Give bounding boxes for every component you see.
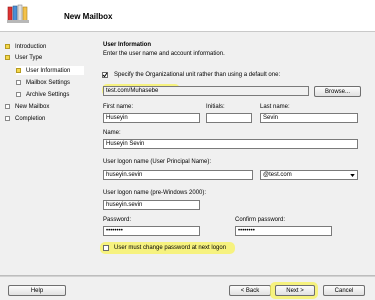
nav-item-label: Archive Settings <box>26 91 70 98</box>
step-done-icon <box>5 44 10 49</box>
mailbox-wizard-icon <box>7 4 29 23</box>
nav-item-user-information[interactable]: User Information <box>16 66 84 75</box>
checkmark-icon <box>102 72 108 78</box>
nav-item-label: Introduction <box>15 43 47 50</box>
help-button[interactable]: Help <box>8 285 66 296</box>
must-change-password-label: User must change password at next logon <box>114 245 227 251</box>
initials-field[interactable] <box>206 113 252 123</box>
chevron-down-icon <box>350 174 355 177</box>
specify-ou-checkbox[interactable] <box>102 72 108 78</box>
name-label: Name: <box>103 130 121 136</box>
must-change-password-checkbox[interactable] <box>103 245 109 251</box>
step-pending-icon <box>5 116 10 121</box>
nav-item-label: User Type <box>15 54 43 61</box>
nav-item-new-mailbox[interactable]: New Mailbox <box>5 102 49 111</box>
step-done-icon <box>5 55 10 60</box>
wizard-header: New Mailbox <box>0 0 375 32</box>
pre2000-field[interactable]: huseyin.sevin <box>103 200 200 210</box>
page-subtitle: Enter the user name and account informat… <box>103 51 225 57</box>
back-button[interactable]: < Back <box>229 285 271 296</box>
nav-item-introduction[interactable]: Introduction <box>5 42 46 51</box>
browse-button[interactable]: Browse... <box>314 86 361 97</box>
specify-ou-label: Specify the Organizational unit rather t… <box>114 72 281 78</box>
cancel-button[interactable]: Cancel <box>323 285 365 296</box>
nav-item-mailbox-settings[interactable]: Mailbox Settings <box>16 78 70 87</box>
initials-label: Initials: <box>206 104 225 110</box>
last-name-label: Last name: <box>260 104 290 110</box>
page-title: User Information <box>103 42 152 48</box>
confirm-password-label: Confirm password: <box>235 217 286 223</box>
nav-item-label: New Mailbox <box>15 103 50 110</box>
last-name-field[interactable]: Sevin <box>260 113 358 123</box>
first-name-label: First name: <box>103 104 134 110</box>
password-label: Password: <box>103 217 132 223</box>
domain-select-value: @test.com <box>263 172 292 178</box>
next-button[interactable]: Next > <box>275 285 315 296</box>
ou-path-field[interactable]: test.com/Muhasebe <box>103 86 309 96</box>
name-field[interactable]: Huseyin Sevin <box>103 139 358 149</box>
step-current-icon <box>16 68 21 73</box>
nav-item-archive-settings[interactable]: Archive Settings <box>16 90 69 99</box>
upn-field[interactable]: huseyin.sevin <box>103 170 253 180</box>
step-pending-icon <box>16 92 21 97</box>
wizard-footer: Help < Back Next > Cancel <box>0 276 375 300</box>
upn-label: User logon name (User Principal Name): <box>103 159 212 165</box>
domain-select[interactable]: @test.com <box>260 170 358 180</box>
nav-item-label: Completion <box>15 115 46 122</box>
nav-item-completion[interactable]: Completion <box>5 114 45 123</box>
wizard-steps-nav: Introduction User Type User Information … <box>0 33 92 273</box>
wizard-title: New Mailbox <box>64 12 113 21</box>
pre2000-label: User logon name (pre-Windows 2000): <box>103 190 207 196</box>
password-field[interactable]: •••••••• <box>103 226 200 236</box>
nav-item-user-type[interactable]: User Type <box>5 53 42 62</box>
user-information-panel: User Information Enter the user name and… <box>96 33 375 273</box>
new-mailbox-wizard: New Mailbox Introduction User Type User … <box>0 0 375 300</box>
nav-item-label: Mailbox Settings <box>26 79 71 86</box>
first-name-field[interactable]: Huseyin <box>103 113 200 123</box>
step-pending-icon <box>5 104 10 109</box>
nav-item-label: User Information <box>26 67 71 74</box>
step-pending-icon <box>16 80 21 85</box>
confirm-password-field[interactable]: •••••••• <box>235 226 332 236</box>
